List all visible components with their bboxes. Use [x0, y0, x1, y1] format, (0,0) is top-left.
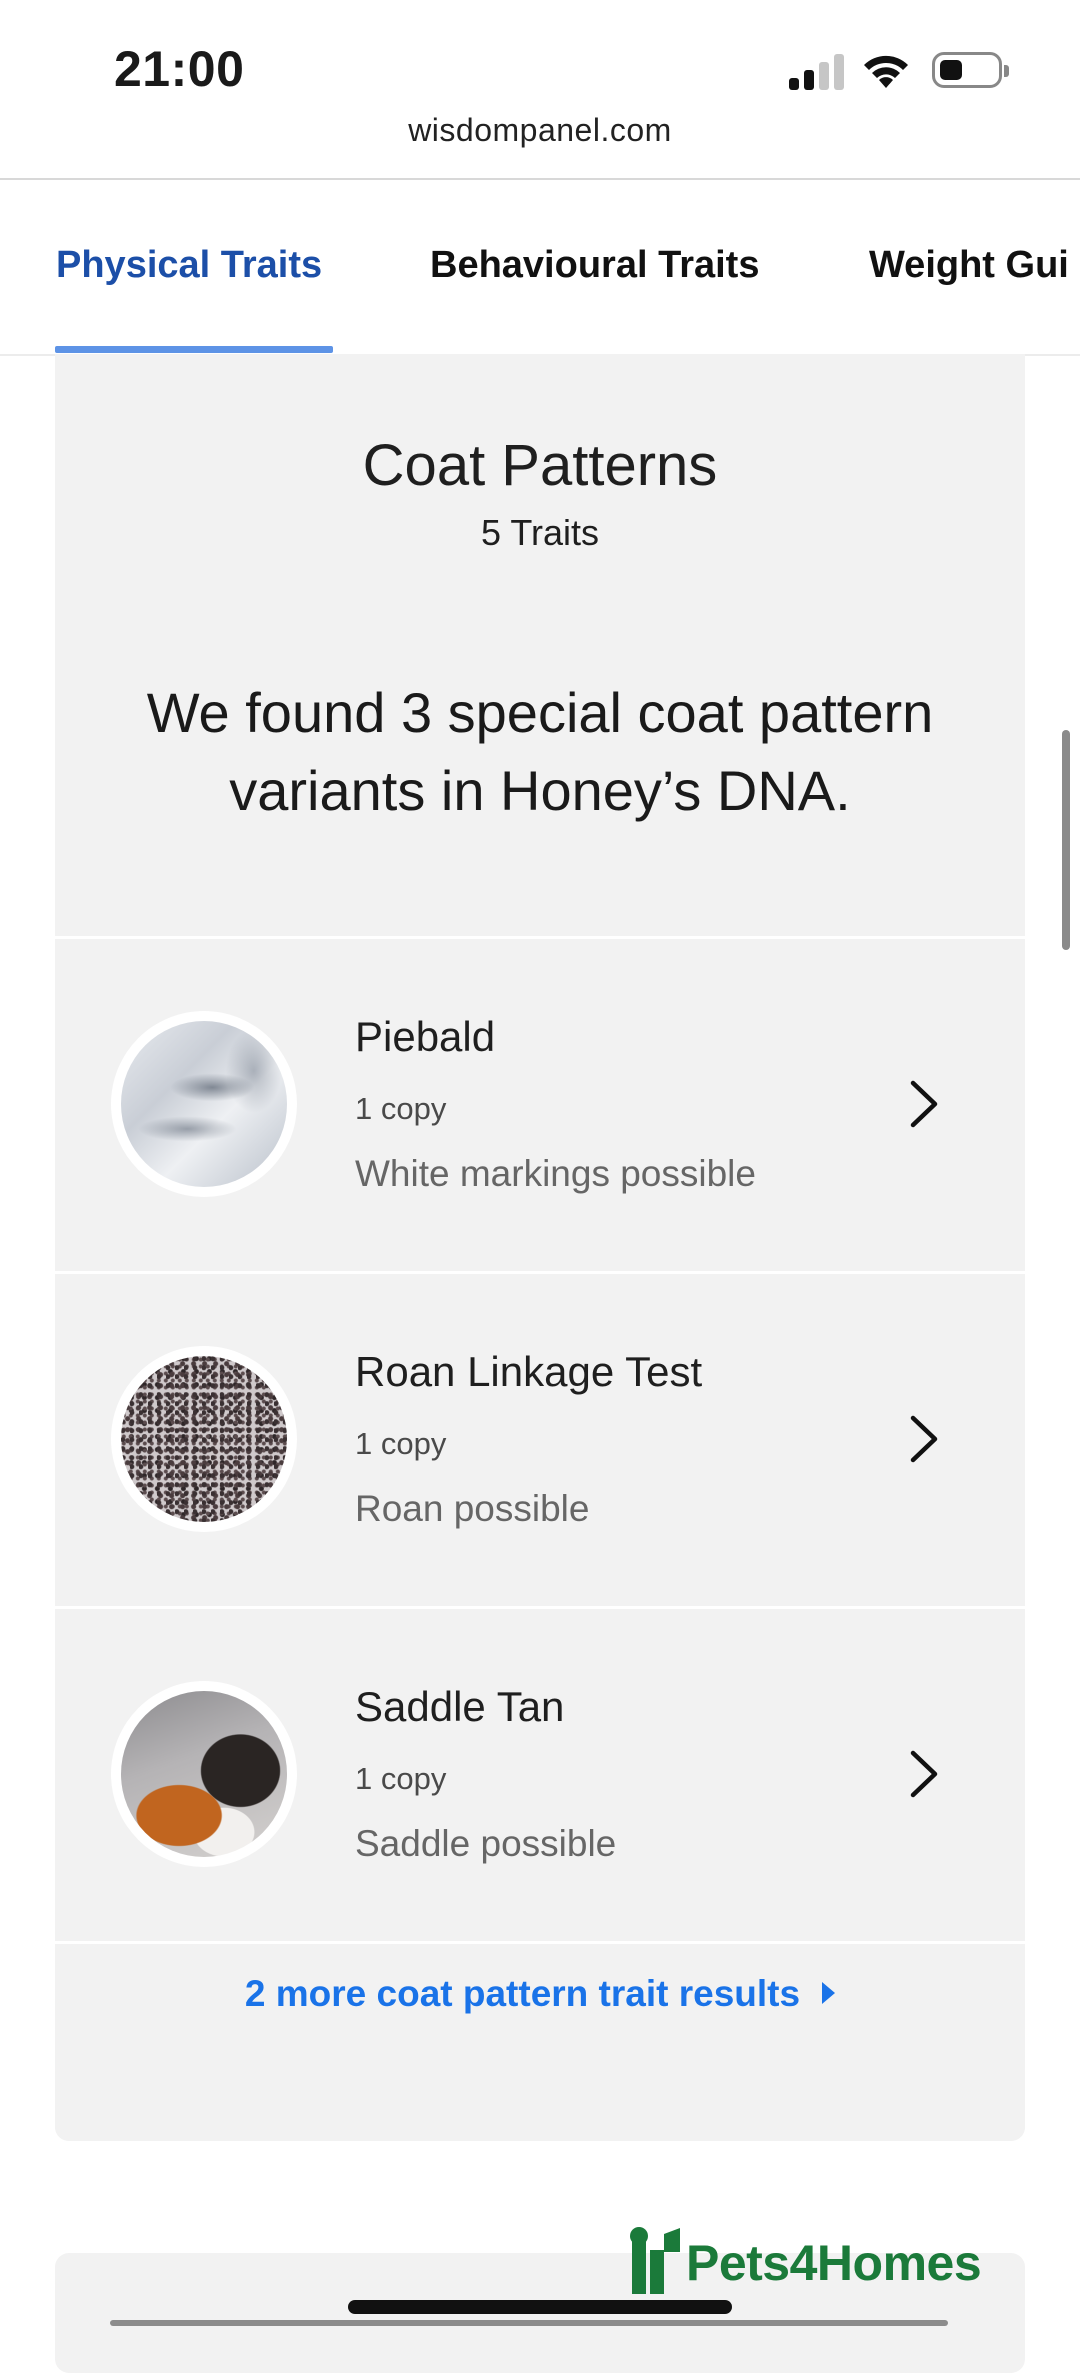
trait-description: Roan possible — [355, 1488, 590, 1529]
more-results-section: 2 more coat pattern trait results — [55, 1941, 1025, 2141]
roan-fur-image — [121, 1356, 287, 1522]
trait-copies: 1 copy — [355, 1091, 447, 1126]
card-headline: We found 3 special coat pattern variants… — [146, 681, 934, 822]
trait-copies: 1 copy — [355, 1761, 447, 1796]
browser-toolbar-edge — [110, 2320, 948, 2326]
scrollbar[interactable] — [1062, 730, 1070, 950]
status-bar: 21:00 wisdompanel.com — [0, 0, 1080, 180]
chevron-right-icon[interactable] — [903, 1079, 943, 1129]
trait-row-saddle-tan[interactable]: Saddle Tan 1 copy Saddle possible — [55, 1606, 1025, 1939]
tab-weight-guide[interactable]: Weight Gui — [869, 244, 1069, 287]
address-bar-url[interactable]: wisdompanel.com — [0, 112, 1080, 149]
trait-thumbnail — [111, 1011, 297, 1197]
trait-row-roan[interactable]: Roan Linkage Test 1 copy Roan possible — [55, 1271, 1025, 1604]
pets4homes-logo-icon — [630, 2227, 680, 2294]
home-indicator[interactable] — [348, 2300, 732, 2314]
caret-right-icon — [822, 1982, 836, 2005]
card-title: Coat Patterns — [362, 433, 718, 498]
trait-thumbnail — [111, 1346, 297, 1532]
cellular-signal-icon — [789, 54, 845, 90]
card-subtitle: 5 Traits — [480, 512, 600, 553]
trait-tabs: Physical Traits Behavioural Traits Weigh… — [0, 180, 1080, 356]
tab-physical-traits[interactable]: Physical Traits — [56, 244, 322, 287]
battery-icon — [932, 52, 1009, 88]
chevron-right-icon[interactable] — [903, 1749, 943, 1799]
trait-description: White markings possible — [355, 1153, 756, 1194]
status-time: 21:00 — [114, 41, 245, 97]
trait-name: Roan Linkage Test — [355, 1348, 703, 1395]
coat-patterns-card: Coat Patterns 5 Traits We found 3 specia… — [55, 354, 1025, 2141]
trait-description: Saddle possible — [355, 1823, 617, 1864]
trait-name: Saddle Tan — [355, 1683, 565, 1730]
piebald-fur-image — [121, 1021, 287, 1187]
more-results-link[interactable]: 2 more coat pattern trait results — [55, 1944, 1025, 2044]
tab-behavioural-traits[interactable]: Behavioural Traits — [430, 244, 759, 287]
pets4homes-watermark: Pets4Homes — [626, 2222, 1026, 2302]
more-results-label: 2 more coat pattern trait results — [244, 1973, 801, 2014]
trait-copies: 1 copy — [355, 1426, 447, 1461]
chevron-right-icon[interactable] — [903, 1414, 943, 1464]
trait-thumbnail — [111, 1681, 297, 1867]
trait-row-piebald[interactable]: Piebald 1 copy White markings possible — [55, 936, 1025, 1269]
wifi-icon — [864, 55, 908, 88]
active-tab-indicator — [55, 346, 333, 353]
saddle-tan-dog-image — [121, 1691, 287, 1857]
trait-name: Piebald — [355, 1013, 496, 1060]
watermark-text: Pets4Homes — [686, 2235, 982, 2291]
